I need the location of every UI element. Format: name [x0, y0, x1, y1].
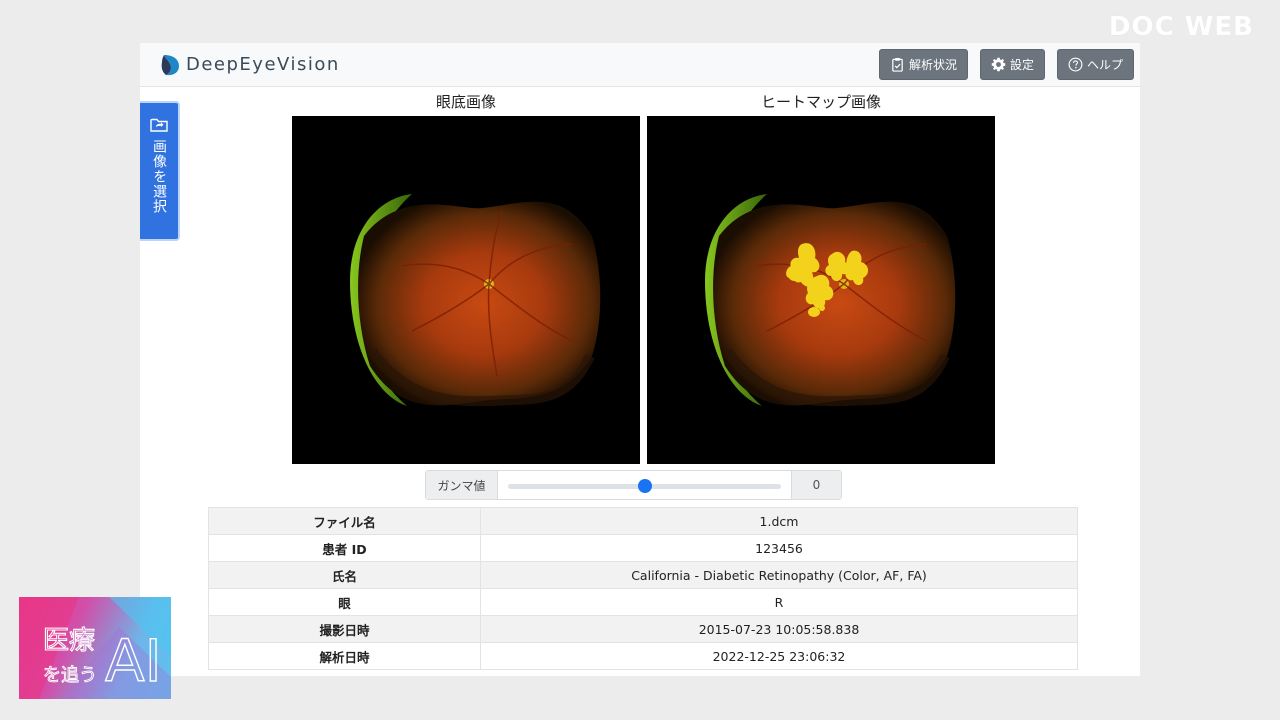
gear-icon	[991, 57, 1006, 72]
gamma-value: 0	[791, 471, 841, 499]
clipboard-icon	[892, 57, 903, 72]
info-key: 解析日時	[208, 642, 481, 670]
info-value: 2022-12-25 23:06:32	[480, 642, 1078, 670]
gamma-label: ガンマ値	[426, 471, 498, 499]
brand-logo-icon	[161, 54, 179, 75]
settings-button[interactable]: 設定	[979, 49, 1045, 80]
fundus-image-title: 眼底画像	[435, 93, 496, 111]
info-value: 123456	[480, 534, 1078, 562]
info-key: 患者 ID	[208, 534, 481, 562]
table-row: 患者 ID 123456	[208, 534, 1078, 562]
folder-open-icon	[150, 118, 168, 132]
fundus-image-svg	[292, 116, 640, 464]
help-button[interactable]: ヘルプ	[1056, 49, 1134, 80]
table-row: ファイル名 1.dcm	[208, 507, 1078, 535]
navbar: DeepEyeVision 解析状況 設定 ヘルプ	[140, 43, 1140, 87]
table-row: 氏名 California - Diabetic Retinopathy (Co…	[208, 561, 1078, 589]
table-row: 撮影日時 2015-07-23 10:05:58.838	[208, 615, 1078, 643]
help-label: ヘルプ	[1086, 58, 1123, 72]
info-value: California - Diabetic Retinopathy (Color…	[480, 561, 1078, 589]
badge-title: 医療	[43, 626, 95, 656]
gamma-slider[interactable]	[498, 471, 791, 499]
question-circle-icon	[1068, 57, 1083, 72]
table-row: 解析日時 2022-12-25 23:06:32	[208, 642, 1078, 670]
app-window: DeepEyeVision 解析状況 設定 ヘルプ 画像を選択 眼底画像 ヒート…	[140, 43, 1140, 676]
analysis-status-button[interactable]: 解析状況	[878, 49, 968, 80]
brand-name: DeepEyeVision	[186, 54, 340, 75]
gamma-control: ガンマ値 0	[425, 470, 842, 500]
info-key: ファイル名	[208, 507, 481, 535]
doc-web-watermark: DOC WEB	[1108, 12, 1254, 42]
info-value: 2015-07-23 10:05:58.838	[480, 615, 1078, 643]
analysis-status-label: 解析状況	[908, 58, 957, 72]
image-info-table: ファイル名 1.dcm 患者 ID 123456 氏名 California -…	[208, 507, 1078, 670]
info-key: 眼	[208, 588, 481, 616]
info-value: 1.dcm	[480, 507, 1078, 535]
select-image-tab[interactable]: 画像を選択	[140, 101, 180, 241]
info-key: 撮影日時	[208, 615, 481, 643]
fundus-image	[292, 116, 640, 464]
gamma-slider-thumb[interactable]	[637, 479, 652, 493]
brand[interactable]: DeepEyeVision	[160, 53, 340, 77]
heatmap-image-svg	[647, 116, 995, 464]
badge-subtitle: を追う	[43, 665, 97, 686]
nav-buttons: 解析状況 設定 ヘルプ	[878, 49, 1134, 80]
iryo-ai-badge: 医療 を追う AI	[19, 597, 171, 699]
select-image-label: 画像を選択	[151, 139, 167, 214]
heatmap-image-title: ヒートマップ画像	[760, 93, 881, 111]
badge-ai: AI	[105, 627, 162, 695]
heatmap-image	[647, 116, 995, 464]
iryo-ai-badge-svg: 医療 を追う AI	[19, 597, 171, 699]
info-value: R	[480, 588, 1078, 616]
settings-label: 設定	[1009, 58, 1034, 72]
table-row: 眼 R	[208, 588, 1078, 616]
info-key: 氏名	[208, 561, 481, 589]
